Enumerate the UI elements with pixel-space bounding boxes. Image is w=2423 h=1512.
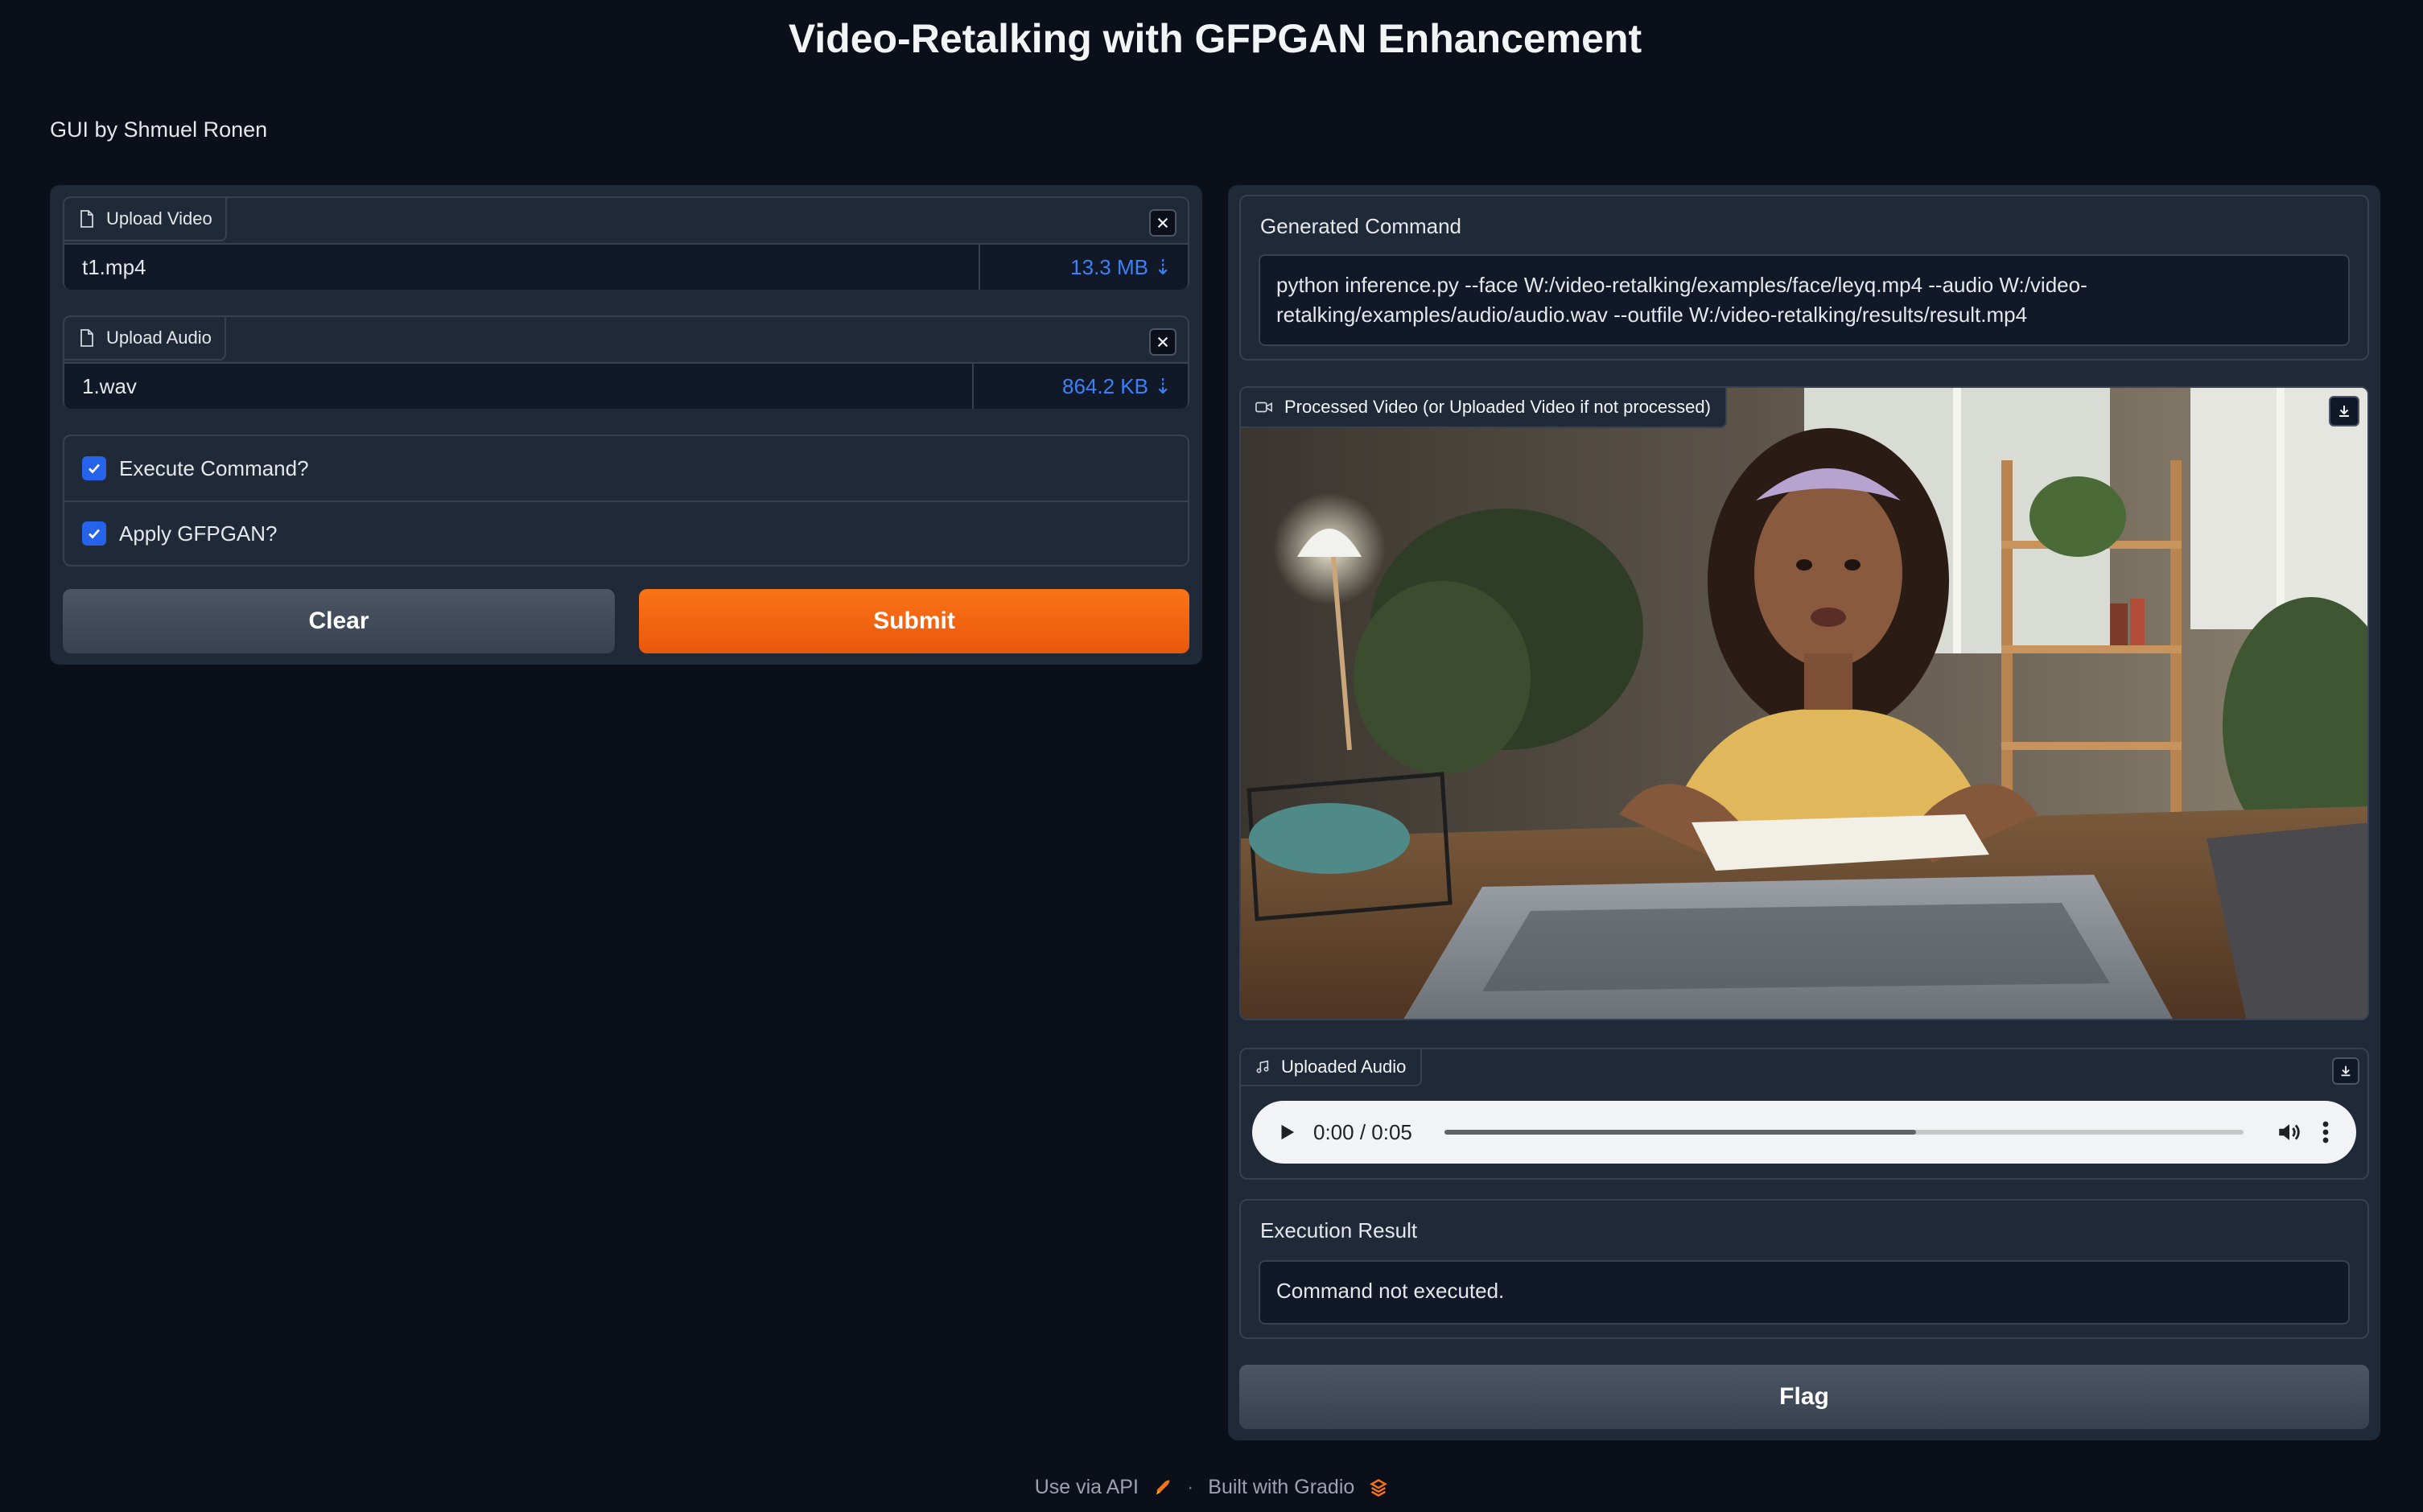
- video-file-name: t1.mp4: [82, 254, 146, 279]
- processed-video-label: Processed Video (or Uploaded Video if no…: [1284, 397, 1711, 417]
- audio-progress-fill: [1444, 1130, 1916, 1135]
- use-via-api-link[interactable]: Use via API: [1035, 1476, 1139, 1499]
- apply-gfpgan-checkbox[interactable]: [82, 521, 106, 546]
- file-icon: [80, 210, 93, 228]
- download-icon: [2339, 406, 2349, 417]
- rocket-icon: [1156, 1479, 1170, 1494]
- video-file-download-link[interactable]: 13.3 MB ⇣: [979, 245, 1188, 290]
- upload-audio-tag: Upload Audio: [64, 317, 226, 360]
- upload-video-block[interactable]: Upload Video t1.mp4 13.3 MB ⇣: [63, 196, 1189, 290]
- audio-file-row: 1.wav 864.2 KB ⇣: [64, 362, 1188, 409]
- execution-result-textbox[interactable]: Command not executed.: [1259, 1260, 2350, 1325]
- audio-file-download-link[interactable]: 864.2 KB ⇣: [972, 364, 1188, 409]
- file-icon: [80, 329, 93, 347]
- close-icon: [1157, 336, 1168, 348]
- check-icon: [89, 463, 101, 474]
- uploaded-audio-tag: Uploaded Audio: [1241, 1049, 1423, 1086]
- execute-command-label: Execute Command?: [119, 455, 309, 480]
- footer-separator: ·: [1186, 1476, 1194, 1498]
- generated-command-block: Generated Command python inference.py --…: [1239, 195, 2369, 360]
- options-block: Execute Command? Apply GFPGAN?: [63, 435, 1189, 566]
- uploaded-audio-label: Uploaded Audio: [1281, 1057, 1407, 1077]
- page-title: Video-Retalking with GFPGAN Enhancement: [788, 16, 1642, 61]
- check-icon: [89, 529, 101, 539]
- apply-gfpgan-label: Apply GFPGAN?: [119, 521, 278, 546]
- generated-command-textbox[interactable]: python inference.py --face W:/video-reta…: [1259, 254, 2350, 346]
- video-camera-icon: [1255, 402, 1272, 413]
- upload-video-tag: Upload Video: [64, 198, 227, 241]
- submit-button[interactable]: Submit: [639, 589, 1189, 653]
- processed-video-tag: Processed Video (or Uploaded Video if no…: [1241, 388, 1727, 428]
- output-panel: Generated Command python inference.py --…: [1228, 185, 2380, 1440]
- audio-time-display: 0:00 / 0:05: [1313, 1119, 1412, 1144]
- video-file-row: t1.mp4 13.3 MB ⇣: [64, 243, 1188, 290]
- audio-download-button[interactable]: [2332, 1057, 2359, 1085]
- volume-icon[interactable]: [2276, 1119, 2303, 1146]
- generated-command-label: Generated Command: [1260, 214, 1462, 238]
- app-root: Video-Retalking with GFPGAN Enhancement …: [0, 0, 2423, 1512]
- music-note-icon: [1256, 1060, 1269, 1073]
- gradio-logo-icon: [1370, 1478, 1388, 1497]
- apply-gfpgan-option[interactable]: Apply GFPGAN?: [64, 501, 1188, 565]
- flag-button[interactable]: Flag: [1239, 1365, 2369, 1429]
- audio-player: 0:00 / 0:05: [1252, 1101, 2356, 1164]
- execute-command-option[interactable]: Execute Command?: [64, 436, 1188, 501]
- download-icon: [2341, 1065, 2351, 1077]
- audio-progress-bar[interactable]: [1444, 1130, 2244, 1135]
- clear-button[interactable]: Clear: [63, 589, 615, 653]
- footer: Use via API · Built with Gradio: [0, 1476, 2423, 1499]
- clear-audio-button[interactable]: [1149, 328, 1176, 356]
- play-icon[interactable]: [1276, 1122, 1297, 1143]
- page-subtitle: GUI by Shmuel Ronen: [50, 117, 268, 142]
- processed-video-block[interactable]: Processed Video (or Uploaded Video if no…: [1239, 386, 2369, 1020]
- upload-audio-block[interactable]: Upload Audio 1.wav 864.2 KB ⇣: [63, 315, 1189, 409]
- clear-video-button[interactable]: [1149, 209, 1176, 237]
- uploaded-audio-block: Uploaded Audio 0:00 / 0:05: [1239, 1048, 2369, 1180]
- close-icon: [1157, 217, 1168, 229]
- built-with-gradio-link[interactable]: Built with Gradio: [1208, 1476, 1354, 1499]
- video-download-button[interactable]: [2329, 396, 2359, 426]
- upload-audio-label: Upload Audio: [106, 328, 212, 348]
- upload-video-label: Upload Video: [106, 208, 212, 229]
- more-options-icon[interactable]: [2319, 1119, 2332, 1146]
- audio-file-name: 1.wav: [82, 373, 137, 398]
- execution-result-block: Execution Result Command not executed.: [1239, 1199, 2369, 1339]
- execution-result-label: Execution Result: [1260, 1218, 1418, 1242]
- execute-command-checkbox[interactable]: [82, 456, 106, 480]
- video-frame[interactable]: [1241, 388, 2369, 1020]
- input-panel: Upload Video t1.mp4 13.3 MB ⇣ Upload Aud…: [50, 185, 1202, 665]
